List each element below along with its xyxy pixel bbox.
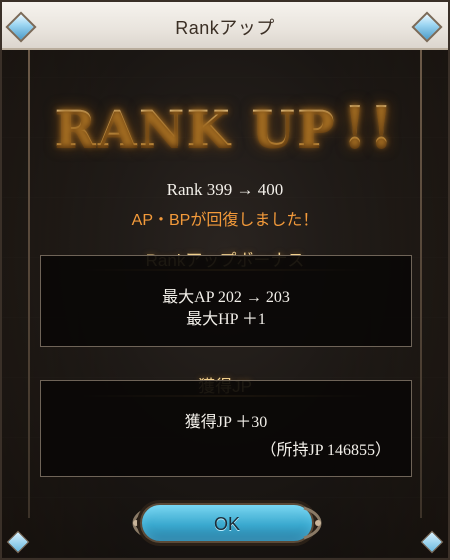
bonus-lines: 最大AP 202 → 203 最大HP ＋1	[41, 287, 411, 331]
rank-change-text: Rank 399 → 400	[166, 180, 284, 199]
bonus-panel: 最大AP 202 → 203 最大HP ＋1	[40, 255, 412, 347]
bonus-line: 最大HP ＋1	[186, 311, 266, 328]
rank-up-dialog: Rankアップ RANK UP!! Rank 399 → 400 AP・BPが回…	[0, 0, 450, 560]
ok-button-label: OK	[213, 514, 240, 534]
button-ornament-right-icon	[302, 506, 324, 540]
ok-button[interactable]: OK	[140, 503, 314, 543]
jp-owned: （所持JP 146855）	[260, 442, 391, 459]
dialog-title: Rankアップ	[175, 18, 275, 38]
recover-message: AP・BPが回復しました！	[131, 212, 319, 229]
rank-up-logo: RANK UP!!	[2, 94, 448, 160]
rank-up-headline: RANK UP	[54, 99, 337, 158]
bonus-line: 最大AP 202 → 203	[162, 289, 290, 306]
rank-up-exclamation: !!	[342, 94, 396, 160]
dialog-title-bar: Rankアップ	[2, 2, 448, 50]
jp-gained: 獲得JP ＋30	[184, 414, 268, 431]
jp-panel: 獲得JP ＋30 （所持JP 146855）	[40, 380, 412, 477]
